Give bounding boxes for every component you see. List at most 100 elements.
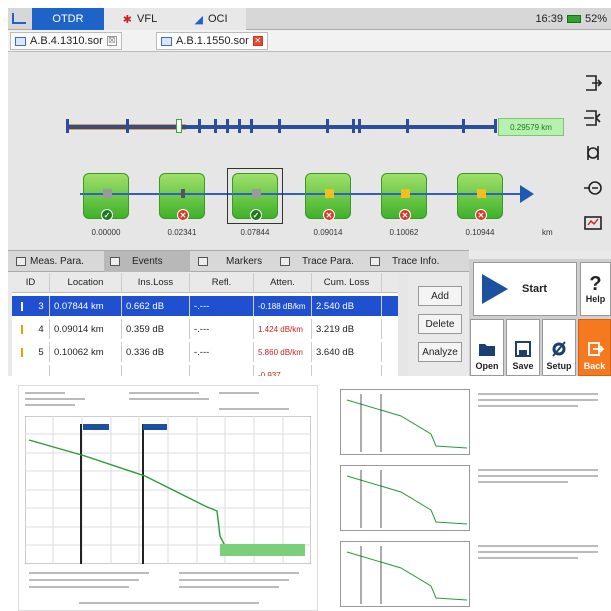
event-location bbox=[50, 365, 122, 376]
delete-button[interactable]: Delete bbox=[418, 314, 462, 334]
overview-tick bbox=[238, 119, 241, 133]
event-distance: 0.02341 bbox=[167, 228, 197, 237]
start-label: Start bbox=[522, 283, 548, 295]
save-icon bbox=[515, 341, 531, 357]
tab-meas-para[interactable]: Meas. Para. bbox=[16, 251, 102, 272]
event-distance: 0.10944 bbox=[465, 228, 495, 237]
event-cum-loss: 2.540 dB bbox=[312, 296, 382, 316]
fail-icon: ✕ bbox=[323, 209, 335, 221]
setup-button[interactable]: Setup bbox=[542, 319, 576, 376]
tab-label: Trace Info. bbox=[392, 256, 440, 267]
clock: 16:39 bbox=[535, 13, 563, 25]
overview-tick bbox=[406, 119, 409, 133]
report-preview-multi bbox=[340, 385, 470, 611]
zoom-fit-icon[interactable] bbox=[582, 72, 604, 94]
report-preview-full bbox=[18, 385, 318, 611]
event-location: 0.10062 km bbox=[50, 342, 122, 362]
tab-trace-info[interactable]: Trace Info. bbox=[370, 251, 462, 272]
file-tab-2[interactable]: A.B.1.1550.sor ✕ bbox=[156, 32, 268, 50]
tab-label: Trace Para. bbox=[302, 256, 354, 267]
event-id: 4 bbox=[38, 323, 44, 335]
open-button[interactable]: Open bbox=[470, 319, 504, 376]
report-thumb-trace bbox=[340, 465, 470, 531]
event-cum-loss: 3.640 dB bbox=[312, 342, 382, 362]
event-icon-6[interactable]: ✕ bbox=[457, 173, 504, 221]
event-icon-2[interactable]: ✕ bbox=[159, 173, 206, 221]
overview-tick bbox=[226, 119, 229, 133]
back-icon bbox=[587, 342, 604, 356]
event-distance: 0.10062 bbox=[389, 228, 419, 237]
tab-icon bbox=[110, 257, 120, 266]
distance-unit: km bbox=[542, 228, 553, 237]
event-ins-loss: 0.662 dB bbox=[122, 296, 190, 316]
event-refl: -.--- bbox=[190, 296, 254, 316]
link-map: 0.29579 km ✓ ✕ ✓ ✕ ✕ ✕ 0.00000 0.02341 0… bbox=[8, 52, 576, 250]
column-header: Refl. bbox=[190, 273, 254, 293]
table-scrollbar[interactable] bbox=[398, 273, 408, 376]
table-row[interactable]: 3 0.07844 km 0.662 dB -.--- -0.188 dB/km… bbox=[12, 296, 398, 316]
zoom-in-icon[interactable] bbox=[582, 107, 604, 129]
overview-line bbox=[66, 125, 496, 129]
add-button[interactable]: Add bbox=[418, 286, 462, 306]
event-icon-4[interactable]: ✕ bbox=[305, 173, 352, 221]
tab-vfl[interactable]: ✱ VFL bbox=[104, 8, 176, 30]
zoom-out-icon[interactable] bbox=[582, 177, 604, 199]
overview-tick bbox=[352, 119, 355, 133]
play-icon bbox=[482, 274, 508, 304]
home-icon[interactable] bbox=[12, 13, 26, 24]
zoom-reset-icon[interactable] bbox=[582, 212, 604, 234]
file-tab-1[interactable]: A.B.4.1310.sor ☒ bbox=[10, 32, 122, 50]
tab-label: OCI bbox=[207, 13, 228, 25]
tab-trace-para[interactable]: Trace Para. bbox=[280, 251, 370, 272]
overview-cursor[interactable] bbox=[176, 119, 182, 133]
event-atten: -0.937 bbox=[254, 365, 312, 376]
otdr-trace-graph bbox=[25, 416, 311, 564]
back-button[interactable]: Back bbox=[578, 319, 611, 376]
event-distance: 0.07844 bbox=[240, 228, 270, 237]
event-distance: 0.09014 bbox=[313, 228, 343, 237]
fail-icon: ✕ bbox=[399, 209, 411, 221]
event-type-icon bbox=[21, 324, 35, 334]
close-icon[interactable]: ☒ bbox=[106, 36, 117, 46]
fiber-line bbox=[80, 193, 520, 195]
overview-tick bbox=[126, 119, 129, 133]
start-button[interactable]: Start bbox=[473, 262, 577, 316]
overview-tick bbox=[494, 119, 497, 133]
save-button[interactable]: Save bbox=[506, 319, 540, 376]
event-distance: 0.00000 bbox=[91, 228, 121, 237]
tab-icon bbox=[280, 257, 290, 266]
battery-level: 52% bbox=[584, 13, 607, 25]
event-icon-5[interactable]: ✕ bbox=[381, 173, 428, 221]
event-icon-1[interactable]: ✓ bbox=[83, 173, 130, 221]
table-row[interactable]: 4 0.09014 km 0.359 dB -.--- 1.424 dB/km … bbox=[12, 319, 398, 339]
tab-label: Events bbox=[132, 256, 163, 267]
zoom-vertical-icon[interactable] bbox=[582, 142, 604, 164]
event-id: 5 bbox=[38, 346, 44, 358]
analyze-button[interactable]: Analyze bbox=[418, 342, 462, 362]
check-icon: ✓ bbox=[101, 209, 113, 221]
overview-tick bbox=[66, 119, 69, 133]
arrow-right-icon bbox=[520, 185, 534, 203]
gear-icon bbox=[552, 341, 566, 357]
event-icon-3[interactable]: ✓ bbox=[232, 173, 279, 221]
report-thumb-trace bbox=[340, 541, 470, 607]
tab-otdr[interactable]: OTDR bbox=[32, 8, 104, 30]
overview-tick bbox=[198, 119, 201, 133]
otdr-screen: OTDR ✱ VFL ◢ OCI 16:39 52% A.B.4.1310.sor … bbox=[8, 8, 611, 376]
fail-icon: ✕ bbox=[177, 209, 189, 221]
tab-events[interactable]: Events bbox=[104, 251, 190, 272]
table-row[interactable]: -0.937 bbox=[12, 365, 398, 376]
tab-label: OTDR bbox=[52, 13, 84, 25]
help-button[interactable]: ? Help bbox=[580, 262, 611, 316]
event-cum-loss: 3.219 dB bbox=[312, 319, 382, 339]
event-cum-loss bbox=[312, 365, 382, 376]
event-type-icon bbox=[21, 347, 35, 357]
table-row[interactable]: 5 0.10062 km 0.336 dB -.--- 5.860 dB/km … bbox=[12, 342, 398, 362]
event-ins-loss: 0.359 dB bbox=[122, 319, 190, 339]
status-area: 16:39 52% bbox=[535, 8, 607, 30]
tab-markers[interactable]: Markers bbox=[198, 251, 284, 272]
help-icon: ? bbox=[589, 273, 602, 295]
tab-oci[interactable]: ◢ OCI bbox=[176, 8, 246, 30]
close-icon[interactable]: ✕ bbox=[252, 36, 263, 46]
top-bar: OTDR ✱ VFL ◢ OCI 16:39 52% bbox=[8, 8, 611, 30]
